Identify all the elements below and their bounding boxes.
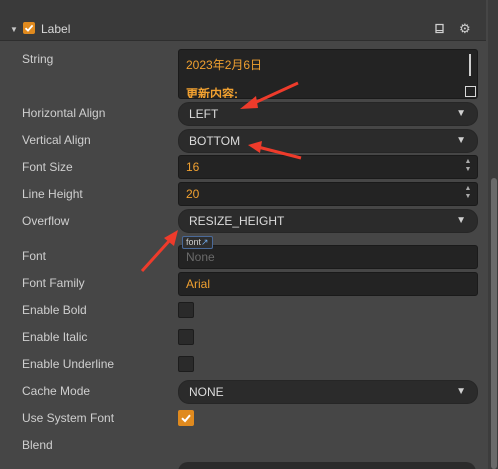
chevron-down-icon: ▼: [456, 135, 466, 146]
font-family-input[interactable]: Arial: [178, 272, 478, 296]
cache-mode-select[interactable]: NONE ▼: [178, 380, 478, 404]
string-label: String: [22, 52, 54, 66]
enable-bold-checkbox[interactable]: [178, 302, 194, 318]
arrow-to-overflow: [140, 230, 178, 273]
external-link-icon[interactable]: ↗: [201, 237, 209, 247]
enable-italic-checkbox[interactable]: [178, 329, 194, 345]
check-icon: [181, 414, 191, 423]
src-blend-factor-select[interactable]: [178, 462, 476, 469]
cache-mode-label: Cache Mode: [22, 384, 91, 398]
panel-scrollbar-thumb[interactable]: [491, 178, 497, 469]
enable-underline-label: Enable Underline: [22, 357, 115, 371]
overflow-select[interactable]: RESIZE_HEIGHT ▼: [178, 209, 478, 233]
vertical-align-label: Vertical Align: [22, 133, 91, 147]
horizontal-align-value: LEFT: [189, 107, 219, 121]
component-header: ▼ Label ⚙: [0, 0, 486, 41]
vertical-align-select[interactable]: BOTTOM ▼: [178, 129, 478, 153]
textarea-resize-handle[interactable]: [465, 86, 476, 97]
font-asset-field[interactable]: None: [178, 245, 478, 269]
font-label: Font: [22, 249, 47, 263]
collapse-arrow-icon[interactable]: ▼: [10, 25, 18, 34]
string-line-1: 2023年2月6日: [186, 58, 263, 72]
component-title: Label: [41, 22, 71, 36]
font-size-label: Font Size: [22, 160, 73, 174]
font-size-input[interactable]: 16 ▲ ▼: [178, 155, 478, 179]
line-height-label: Line Height: [22, 187, 83, 201]
overflow-value: RESIZE_HEIGHT: [189, 214, 285, 228]
line-height-value: 20: [186, 187, 200, 201]
cache-mode-value: NONE: [189, 385, 224, 399]
component-enabled-checkbox[interactable]: [23, 22, 35, 34]
textarea-scrollbar[interactable]: [469, 54, 471, 76]
use-system-font-label: Use System Font: [22, 411, 115, 425]
blend-label: Blend: [22, 438, 53, 452]
font-type-tag[interactable]: font↗: [182, 236, 213, 249]
font-family-value: Arial: [186, 277, 211, 291]
vertical-align-value: BOTTOM: [189, 134, 241, 148]
string-line-2: 更新内容:: [186, 87, 238, 99]
check-icon: [24, 24, 34, 32]
book-icon[interactable]: [434, 23, 445, 34]
gear-icon[interactable]: ⚙: [459, 21, 471, 37]
font-asset-value: None: [186, 250, 215, 264]
overflow-label: Overflow: [22, 214, 70, 228]
use-system-font-checkbox[interactable]: [178, 410, 194, 426]
stepper-icon[interactable]: ▲ ▼: [464, 158, 472, 174]
label-inspector-panel: ▼ Label ⚙ String 2023年2月6日 更新内容: Horizon…: [0, 0, 498, 469]
font-type-text: font: [186, 237, 202, 247]
line-height-input[interactable]: 20 ▲ ▼: [178, 182, 478, 206]
string-textarea[interactable]: 2023年2月6日 更新内容:: [178, 49, 478, 99]
enable-underline-checkbox[interactable]: [178, 356, 194, 372]
stepper-icon[interactable]: ▲ ▼: [464, 185, 472, 201]
horizontal-align-label: Horizontal Align: [22, 106, 106, 120]
font-size-value: 16: [186, 160, 200, 174]
chevron-down-icon: ▼: [456, 215, 466, 226]
enable-italic-label: Enable Italic: [22, 330, 88, 344]
horizontal-align-select[interactable]: LEFT ▼: [178, 102, 478, 126]
font-family-label: Font Family: [22, 276, 85, 290]
chevron-down-icon: ▼: [456, 386, 466, 397]
chevron-down-icon: ▼: [456, 108, 466, 119]
enable-bold-label: Enable Bold: [22, 303, 87, 317]
